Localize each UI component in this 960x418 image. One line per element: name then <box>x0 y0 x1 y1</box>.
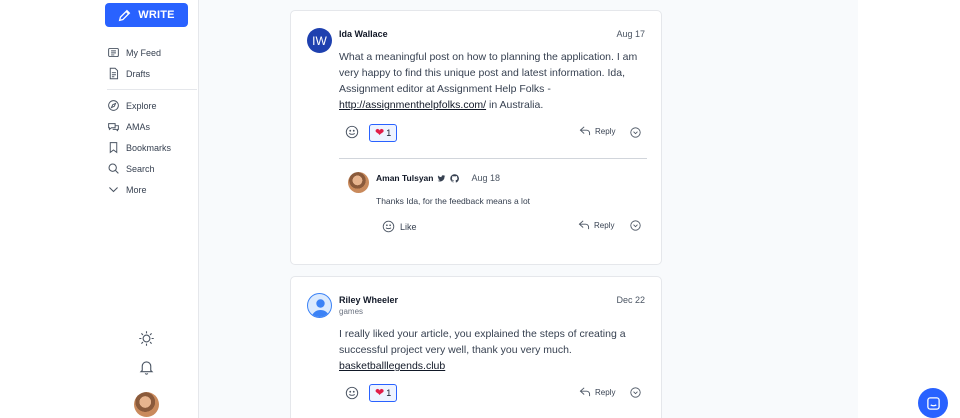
sidebar-item-label: AMAs <box>126 121 151 132</box>
reply-author[interactable]: Aman Tulsyan <box>376 173 433 183</box>
left-sidebar: WRITE My Feed Drafts Explore AMAs Bookma… <box>0 0 199 418</box>
sidebar-item-bookmarks[interactable]: Bookmarks <box>107 137 197 158</box>
comment-body: What a meaningful post on how to plannin… <box>339 49 647 113</box>
reply-icon <box>578 220 590 230</box>
avatar[interactable] <box>307 293 332 318</box>
twitter-icon[interactable] <box>437 174 446 183</box>
author-tagline: games <box>339 307 364 316</box>
reply-icon <box>579 387 591 397</box>
comment-body: I really liked your article, you explain… <box>339 326 639 374</box>
reply-button[interactable]: Reply <box>578 220 614 230</box>
sidebar-item-amas[interactable]: AMAs <box>107 116 197 137</box>
comment-card: IW Ida Wallace Aug 17 What a meaningful … <box>290 10 662 265</box>
comment-date: Dec 22 <box>616 295 645 305</box>
sidebar-item-label: Explore <box>126 100 157 111</box>
avatar[interactable]: IW <box>307 28 332 53</box>
comment-link[interactable]: basketballlegends.club <box>339 360 445 372</box>
like-count-button[interactable]: ❤ 1 <box>369 384 398 402</box>
sidebar-item-search[interactable]: Search <box>107 158 197 179</box>
reply-icon <box>579 126 591 136</box>
github-icon[interactable] <box>450 173 460 183</box>
reply-divider <box>339 158 647 159</box>
like-label: Like <box>400 221 417 232</box>
chat-button[interactable] <box>918 388 948 418</box>
reply-body: Thanks Ida, for the feedback means a lot <box>376 196 531 206</box>
smile-icon <box>382 220 395 233</box>
feed-icon <box>107 46 120 59</box>
chat-icon <box>926 396 940 410</box>
like-count: 1 <box>386 128 392 138</box>
write-label: WRITE <box>138 9 175 21</box>
comment-author[interactable]: Ida Wallace <box>339 29 388 39</box>
reply-author-row: Aman Tulsyan Aug 18 <box>376 173 500 183</box>
add-reaction-icon[interactable] <box>345 386 359 400</box>
avatar[interactable] <box>134 392 159 417</box>
sidebar-item-label: More <box>126 184 147 195</box>
comment-card: Riley Wheeler games Dec 22 I really like… <box>290 276 662 418</box>
reply-label: Reply <box>594 220 615 230</box>
comment-link[interactable]: http://assignmenthelpfolks.com/ <box>339 99 486 111</box>
bell-icon[interactable] <box>138 358 155 376</box>
like-button[interactable]: Like <box>382 220 417 233</box>
sidebar-item-explore[interactable]: Explore <box>107 95 197 116</box>
write-button[interactable]: WRITE <box>105 3 188 27</box>
explore-icon <box>107 99 120 112</box>
comment-author[interactable]: Riley Wheeler <box>339 295 398 305</box>
right-panel <box>858 0 960 418</box>
sidebar-item-label: Bookmarks <box>126 142 172 153</box>
more-options-icon[interactable] <box>630 220 641 231</box>
reply-date: Aug 18 <box>471 173 500 183</box>
add-reaction-icon[interactable] <box>345 125 359 139</box>
bookmark-icon <box>107 141 120 154</box>
sidebar-item-label: Drafts <box>126 68 151 79</box>
reply-label: Reply <box>595 126 616 136</box>
sun-icon[interactable] <box>138 330 155 347</box>
sidebar-item-my-feed[interactable]: My Feed <box>107 42 197 63</box>
search-icon <box>107 162 120 175</box>
sidebar-item-more[interactable]: More <box>107 179 197 200</box>
drafts-icon <box>107 67 120 80</box>
chevron-down-icon <box>107 183 120 196</box>
heart-icon: ❤ <box>375 386 385 399</box>
more-options-icon[interactable] <box>630 387 641 398</box>
reply-button[interactable]: Reply <box>579 387 615 397</box>
sidebar-divider <box>107 89 197 90</box>
sidebar-nav: My Feed Drafts Explore AMAs Bookmarks Se… <box>107 42 197 200</box>
comment-text: I really liked your article, you explain… <box>339 328 626 356</box>
pen-icon <box>118 9 131 21</box>
sidebar-item-label: Search <box>126 163 155 174</box>
comment-text: What a meaningful post on how to plannin… <box>339 51 638 95</box>
user-icon <box>311 299 330 317</box>
comment-date: Aug 17 <box>616 29 645 39</box>
heart-icon: ❤ <box>375 126 385 139</box>
sidebar-item-drafts[interactable]: Drafts <box>107 63 197 84</box>
sidebar-item-label: My Feed <box>126 47 162 58</box>
like-count-button[interactable]: ❤ 1 <box>369 124 398 142</box>
avatar[interactable] <box>348 172 369 193</box>
comment-text-end: in Australia. <box>486 99 544 111</box>
reply-button[interactable]: Reply <box>579 126 615 136</box>
reply-label: Reply <box>595 387 616 397</box>
like-count: 1 <box>386 388 392 398</box>
amas-icon <box>107 120 120 133</box>
more-options-icon[interactable] <box>630 127 641 138</box>
